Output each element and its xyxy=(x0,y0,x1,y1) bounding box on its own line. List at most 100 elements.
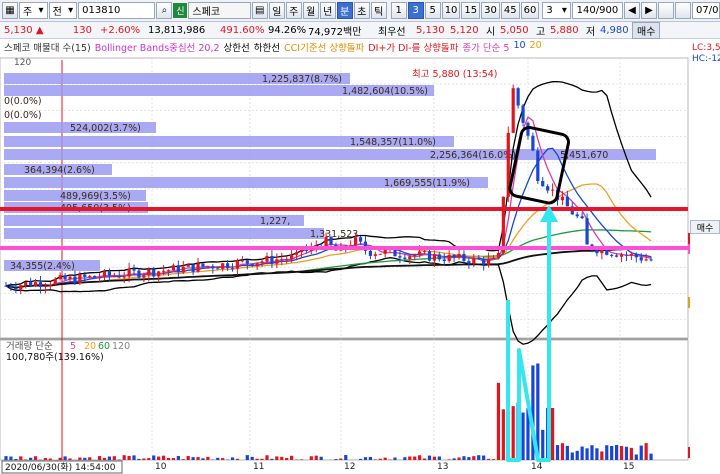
candle-body xyxy=(437,254,441,260)
volume-bar xyxy=(634,454,638,460)
volume-bar xyxy=(260,458,264,460)
volume-bar xyxy=(9,456,13,460)
volume-bar xyxy=(97,456,102,460)
volume-bar xyxy=(176,456,180,460)
candle-body xyxy=(275,259,279,264)
buy-button[interactable]: 매수 xyxy=(690,220,720,234)
volume-bar xyxy=(550,407,555,460)
candle-body xyxy=(605,249,609,255)
candle-body xyxy=(166,270,171,272)
candle-body xyxy=(290,254,294,260)
volume-bar xyxy=(245,455,249,460)
volume-bar xyxy=(447,459,451,460)
candle-body xyxy=(619,254,624,257)
candle-body xyxy=(93,275,97,278)
volume-bar xyxy=(78,457,82,460)
bollinger-lower-line xyxy=(5,257,652,345)
candle-body xyxy=(206,266,210,268)
candle-body xyxy=(550,189,555,191)
candle-body xyxy=(457,253,461,258)
candle-body xyxy=(280,259,284,261)
candle-body xyxy=(452,254,456,258)
volume-profile-label: 1,227, xyxy=(260,216,290,227)
volume-bar xyxy=(319,456,323,460)
candle-body xyxy=(9,285,13,288)
volume-bar xyxy=(418,455,422,460)
candle-body xyxy=(58,275,62,280)
volume-bar xyxy=(570,452,574,460)
volume-bar xyxy=(334,459,338,460)
candle-body xyxy=(378,253,382,255)
volume-bar xyxy=(166,457,171,460)
volume-profile-bar xyxy=(4,215,304,226)
volume-bar xyxy=(206,456,210,460)
candles xyxy=(4,84,653,295)
volume-bar xyxy=(221,458,225,460)
volume-bar xyxy=(467,457,471,460)
volume-bar xyxy=(285,458,289,460)
volume-bar xyxy=(413,456,417,460)
volume-bar xyxy=(216,457,220,460)
candle-body xyxy=(496,252,501,258)
volume-bar xyxy=(619,446,624,460)
volume-profile-label: 1,669,555(11.9%) xyxy=(384,178,470,189)
candle-body xyxy=(324,236,328,247)
volume-bar xyxy=(157,456,161,460)
volume-bar xyxy=(501,409,505,460)
candle-body xyxy=(33,282,38,287)
candle-body xyxy=(644,259,648,261)
candle-body xyxy=(78,274,82,284)
volume-profile-label: 34,355(2.4%) xyxy=(10,261,75,272)
volume-bar xyxy=(309,456,313,460)
volume-bar xyxy=(600,451,604,460)
candle-body xyxy=(181,266,185,273)
volume-bar xyxy=(83,457,87,460)
candle-body xyxy=(196,263,200,272)
volume-profile-bar xyxy=(4,228,324,239)
volume-bar xyxy=(137,458,141,460)
candle-body xyxy=(432,254,437,261)
volume-bar xyxy=(541,429,545,460)
candle-body xyxy=(595,250,599,254)
volume-bar xyxy=(19,456,23,460)
candle-body xyxy=(477,257,481,260)
volume-bar xyxy=(250,456,254,460)
volume-bar xyxy=(63,456,67,460)
candle-body xyxy=(112,275,116,277)
volume-bar xyxy=(496,382,501,460)
volume-bar xyxy=(4,456,8,460)
volume-profile-bar xyxy=(4,149,656,160)
volume-bar xyxy=(265,455,269,460)
candle-body xyxy=(53,279,57,285)
volume-bar xyxy=(186,456,190,460)
time-tick-label: 12 xyxy=(344,462,355,472)
volume-bar xyxy=(555,445,560,460)
volume-bar xyxy=(102,457,107,460)
time-tick-label: 14 xyxy=(531,462,543,472)
volume-bar xyxy=(649,453,653,460)
volume-bar xyxy=(624,446,629,460)
time-tick-label: 13 xyxy=(437,462,448,472)
time-tick-label: 11 xyxy=(253,462,264,472)
volume-bar xyxy=(363,457,368,460)
candle-body xyxy=(285,259,289,261)
volume-bar xyxy=(486,458,491,460)
candle-body xyxy=(48,284,52,286)
price-chart[interactable]: 1,225,837(8.7%)1,482,604(10.5%) 0(0.0%) 0(… xyxy=(0,0,720,474)
candle-body xyxy=(230,268,235,270)
candle-body xyxy=(560,196,565,201)
candle-body xyxy=(171,265,176,271)
candle-body xyxy=(43,285,47,288)
volume-bar xyxy=(482,455,486,460)
volume-bar xyxy=(437,456,441,460)
volume-bar xyxy=(171,458,176,460)
volume-legend-value: 100,780주(139.16%) xyxy=(6,352,104,363)
candle-body xyxy=(467,260,471,264)
candle-body xyxy=(147,269,151,276)
volume-bar xyxy=(368,456,372,460)
volume-profile-label: 489,969(3.5%) xyxy=(60,191,131,202)
volume-legend-period: 120 xyxy=(112,341,130,352)
candle-body xyxy=(358,237,363,242)
volume-bar xyxy=(196,457,200,460)
candle-body xyxy=(221,263,225,269)
